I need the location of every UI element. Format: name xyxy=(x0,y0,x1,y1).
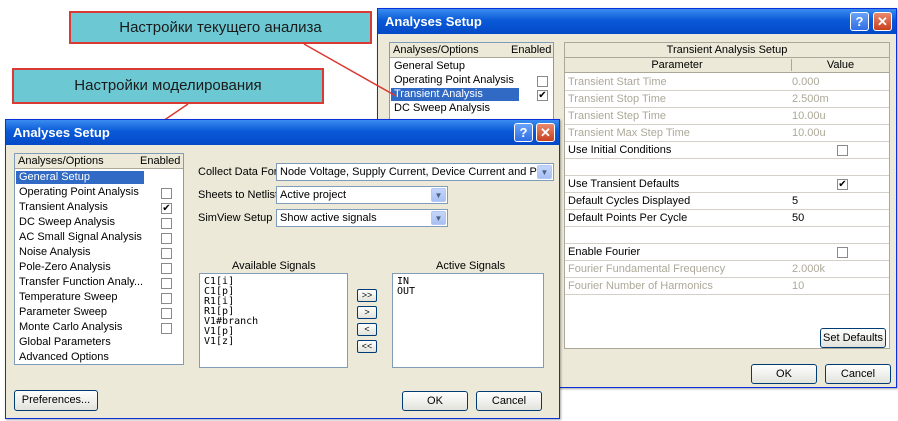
list-item-noise[interactable]: Noise Analysis xyxy=(16,246,91,259)
list-item-transient[interactable]: Transient Analysis xyxy=(16,201,108,214)
remove-all-signals-button[interactable]: << xyxy=(357,340,377,353)
available-signal-item[interactable]: V1[z] xyxy=(204,337,234,347)
list-item-advanced-options[interactable]: Advanced Options xyxy=(16,351,109,364)
remove-signal-button[interactable]: < xyxy=(357,323,377,336)
list-item-pole-zero[interactable]: Pole-Zero Analysis xyxy=(16,261,111,274)
noise-checkbox[interactable] xyxy=(161,248,172,259)
sheets-to-netlist-label: Sheets to Netlist xyxy=(198,189,279,201)
available-signals-title: Available Signals xyxy=(232,260,316,272)
front-help-icon[interactable]: ? xyxy=(514,123,533,142)
active-signal-item[interactable]: OUT xyxy=(397,287,415,297)
list-item-dc-sweep[interactable]: DC Sweep Analysis xyxy=(16,216,115,229)
simview-setup-value: Show active signals xyxy=(280,212,377,224)
list-item-monte-carlo[interactable]: Monte Carlo Analysis xyxy=(16,321,122,334)
collect-data-dropdown[interactable]: Node Voltage, Supply Current, Device Cur… xyxy=(276,163,554,181)
list-item-operating-point[interactable]: Operating Point Analysis xyxy=(16,186,139,199)
add-all-signals-button[interactable]: >> xyxy=(357,289,377,302)
front-close-icon[interactable]: ✕ xyxy=(536,123,555,142)
list-item-ac-small-signal[interactable]: AC Small Signal Analysis xyxy=(16,231,142,244)
list-item-transfer-function[interactable]: Transfer Function Analy... xyxy=(16,276,143,289)
list-item-global-parameters[interactable]: Global Parameters xyxy=(16,336,111,349)
callout-current-analysis: Настройки текущего анализа xyxy=(69,11,372,44)
temperature-sweep-checkbox[interactable] xyxy=(161,293,172,304)
front-window-titlebar[interactable]: Analyses Setup xyxy=(6,120,559,145)
callout-simulation-settings: Настройки моделирования xyxy=(12,68,324,104)
chevron-down-icon[interactable]: ▼ xyxy=(537,165,552,179)
monte-carlo-checkbox[interactable] xyxy=(161,323,172,334)
list-item-temperature-sweep[interactable]: Temperature Sweep xyxy=(16,291,117,304)
front-list-header: Analyses/Options Enabled xyxy=(15,154,183,169)
transient-checkbox[interactable]: ✔ xyxy=(161,203,172,214)
transfer-function-checkbox[interactable] xyxy=(161,278,172,289)
operating-point-checkbox[interactable] xyxy=(161,188,172,199)
front-ok-button[interactable]: OK xyxy=(402,391,468,411)
front-analyses-setup-window: Analyses Setup ? ✕ Analyses/Options Enab… xyxy=(5,119,560,419)
front-analyses-list: Analyses/Options Enabled General Setup O… xyxy=(14,153,184,365)
chevron-down-icon[interactable]: ▼ xyxy=(431,211,446,225)
simview-setup-dropdown[interactable]: Show active signals ▼ xyxy=(276,209,448,227)
sheets-to-netlist-dropdown[interactable]: Active project ▼ xyxy=(276,186,448,204)
ac-small-signal-checkbox[interactable] xyxy=(161,233,172,244)
active-signals-title: Active Signals xyxy=(436,260,506,272)
collect-data-label: Collect Data For xyxy=(198,166,278,178)
simview-setup-label: SimView Setup xyxy=(198,212,273,224)
active-signals-list[interactable]: IN OUT xyxy=(392,273,544,368)
front-window-title: Analyses Setup xyxy=(13,125,110,140)
available-signals-list[interactable]: C1[i] C1[p] R1[i] R1[p] V1#branch V1[p] … xyxy=(199,273,348,368)
add-signal-button[interactable]: > xyxy=(357,306,377,319)
front-cancel-button[interactable]: Cancel xyxy=(476,391,542,411)
dc-sweep-checkbox[interactable] xyxy=(161,218,172,229)
preferences-button[interactable]: Preferences... xyxy=(14,390,98,411)
parameter-sweep-checkbox[interactable] xyxy=(161,308,172,319)
front-list-header-options: Analyses/Options xyxy=(18,155,104,167)
pole-zero-checkbox[interactable] xyxy=(161,263,172,274)
sheets-to-netlist-value: Active project xyxy=(280,189,347,201)
list-item-general-setup[interactable]: General Setup xyxy=(16,171,144,184)
collect-data-value: Node Voltage, Supply Current, Device Cur… xyxy=(280,166,543,178)
chevron-down-icon[interactable]: ▼ xyxy=(431,188,446,202)
list-item-parameter-sweep[interactable]: Parameter Sweep xyxy=(16,306,107,319)
front-list-header-enabled: Enabled xyxy=(140,155,181,167)
